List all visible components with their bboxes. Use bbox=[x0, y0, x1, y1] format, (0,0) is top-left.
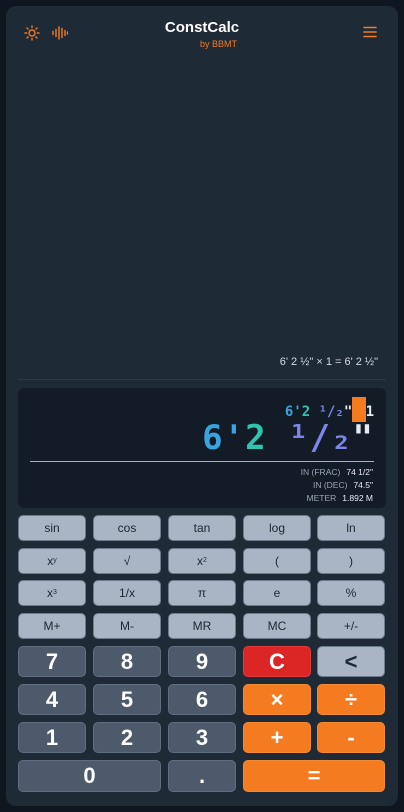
calculator-app: ConstCalc by BBMT 6' 2 ½" × 1 = 6' 2 ½" … bbox=[6, 6, 398, 806]
digit-7-button[interactable]: 7 bbox=[18, 646, 86, 677]
memory-subtract-button[interactable]: M- bbox=[93, 613, 161, 639]
history-divider bbox=[18, 379, 386, 380]
log-button[interactable]: log bbox=[243, 515, 311, 541]
digit-2-button[interactable]: 2 bbox=[93, 722, 161, 753]
tan-button[interactable]: tan bbox=[168, 515, 236, 541]
percent-button[interactable]: % bbox=[317, 580, 385, 606]
negate-button[interactable]: +/- bbox=[317, 613, 385, 639]
cos-button[interactable]: cos bbox=[93, 515, 161, 541]
divide-button[interactable]: ÷ bbox=[317, 684, 385, 715]
close-paren-button[interactable]: ) bbox=[317, 548, 385, 574]
sin-button[interactable]: sin bbox=[18, 515, 86, 541]
conversion-in-frac: IN (FRAC) 74 1/2" bbox=[301, 467, 373, 477]
main-inches: 2 bbox=[245, 418, 267, 458]
display-divider bbox=[30, 461, 374, 462]
clear-button[interactable]: C bbox=[243, 646, 311, 677]
reciprocal-button[interactable]: 1/x bbox=[93, 580, 161, 606]
power-button[interactable]: xy bbox=[18, 548, 86, 574]
digit-5-button[interactable]: 5 bbox=[93, 684, 161, 715]
history-entry[interactable]: 6' 2 ½" × 1 = 6' 2 ½" bbox=[6, 356, 378, 368]
main-value: 6'2 ¹/₂" bbox=[202, 418, 374, 458]
memory-add-button[interactable]: M+ bbox=[18, 613, 86, 639]
conversion-in-dec: IN (DEC) 74.5" bbox=[313, 480, 373, 490]
memory-recall-button[interactable]: MR bbox=[168, 613, 236, 639]
app-subtitle: by BBMT bbox=[200, 39, 238, 49]
ln-button[interactable]: ln bbox=[317, 515, 385, 541]
e-button[interactable]: e bbox=[243, 580, 311, 606]
hamburger-menu-icon[interactable] bbox=[362, 25, 378, 39]
conversion-label: METER bbox=[306, 493, 337, 503]
conversion-label: IN (DEC) bbox=[312, 480, 348, 490]
open-paren-button[interactable]: ( bbox=[243, 548, 311, 574]
digit-9-button[interactable]: 9 bbox=[168, 646, 236, 677]
digit-3-button[interactable]: 3 bbox=[168, 722, 236, 753]
add-button[interactable]: + bbox=[243, 722, 311, 753]
conversion-meter: METER 1.892 M bbox=[307, 493, 373, 503]
pi-button[interactable]: π bbox=[168, 580, 236, 606]
subtract-button[interactable]: - bbox=[317, 722, 385, 753]
main-feet: 6' bbox=[202, 418, 246, 458]
decimal-button[interactable]: . bbox=[168, 760, 236, 792]
conversion-value: 74 1/2" bbox=[346, 467, 373, 477]
calculator-display: 6'2 ¹/₂"×1 6'2 ¹/₂" IN (FRAC) 74 1/2" IN … bbox=[18, 388, 386, 508]
sqrt-button[interactable]: √ bbox=[93, 548, 161, 574]
multiply-button[interactable]: × bbox=[243, 684, 311, 715]
conversion-value: 74.5" bbox=[353, 480, 373, 490]
equals-button[interactable]: = bbox=[243, 760, 385, 792]
square-button[interactable]: x2 bbox=[168, 548, 236, 574]
conversion-label: IN (FRAC) bbox=[300, 467, 341, 477]
digit-6-button[interactable]: 6 bbox=[168, 684, 236, 715]
backspace-button[interactable]: < bbox=[317, 646, 385, 677]
app-title: ConstCalc bbox=[164, 19, 240, 36]
digit-8-button[interactable]: 8 bbox=[93, 646, 161, 677]
digit-1-button[interactable]: 1 bbox=[18, 722, 86, 753]
cube-button[interactable]: x3 bbox=[18, 580, 86, 606]
conversion-value: 1.892 M bbox=[342, 493, 373, 503]
memory-clear-button[interactable]: MC bbox=[243, 613, 311, 639]
digit-4-button[interactable]: 4 bbox=[18, 684, 86, 715]
main-fraction: ¹/₂ bbox=[288, 418, 353, 458]
main-inch-mark: " bbox=[352, 418, 374, 458]
digit-0-button[interactable]: 0 bbox=[18, 760, 161, 792]
